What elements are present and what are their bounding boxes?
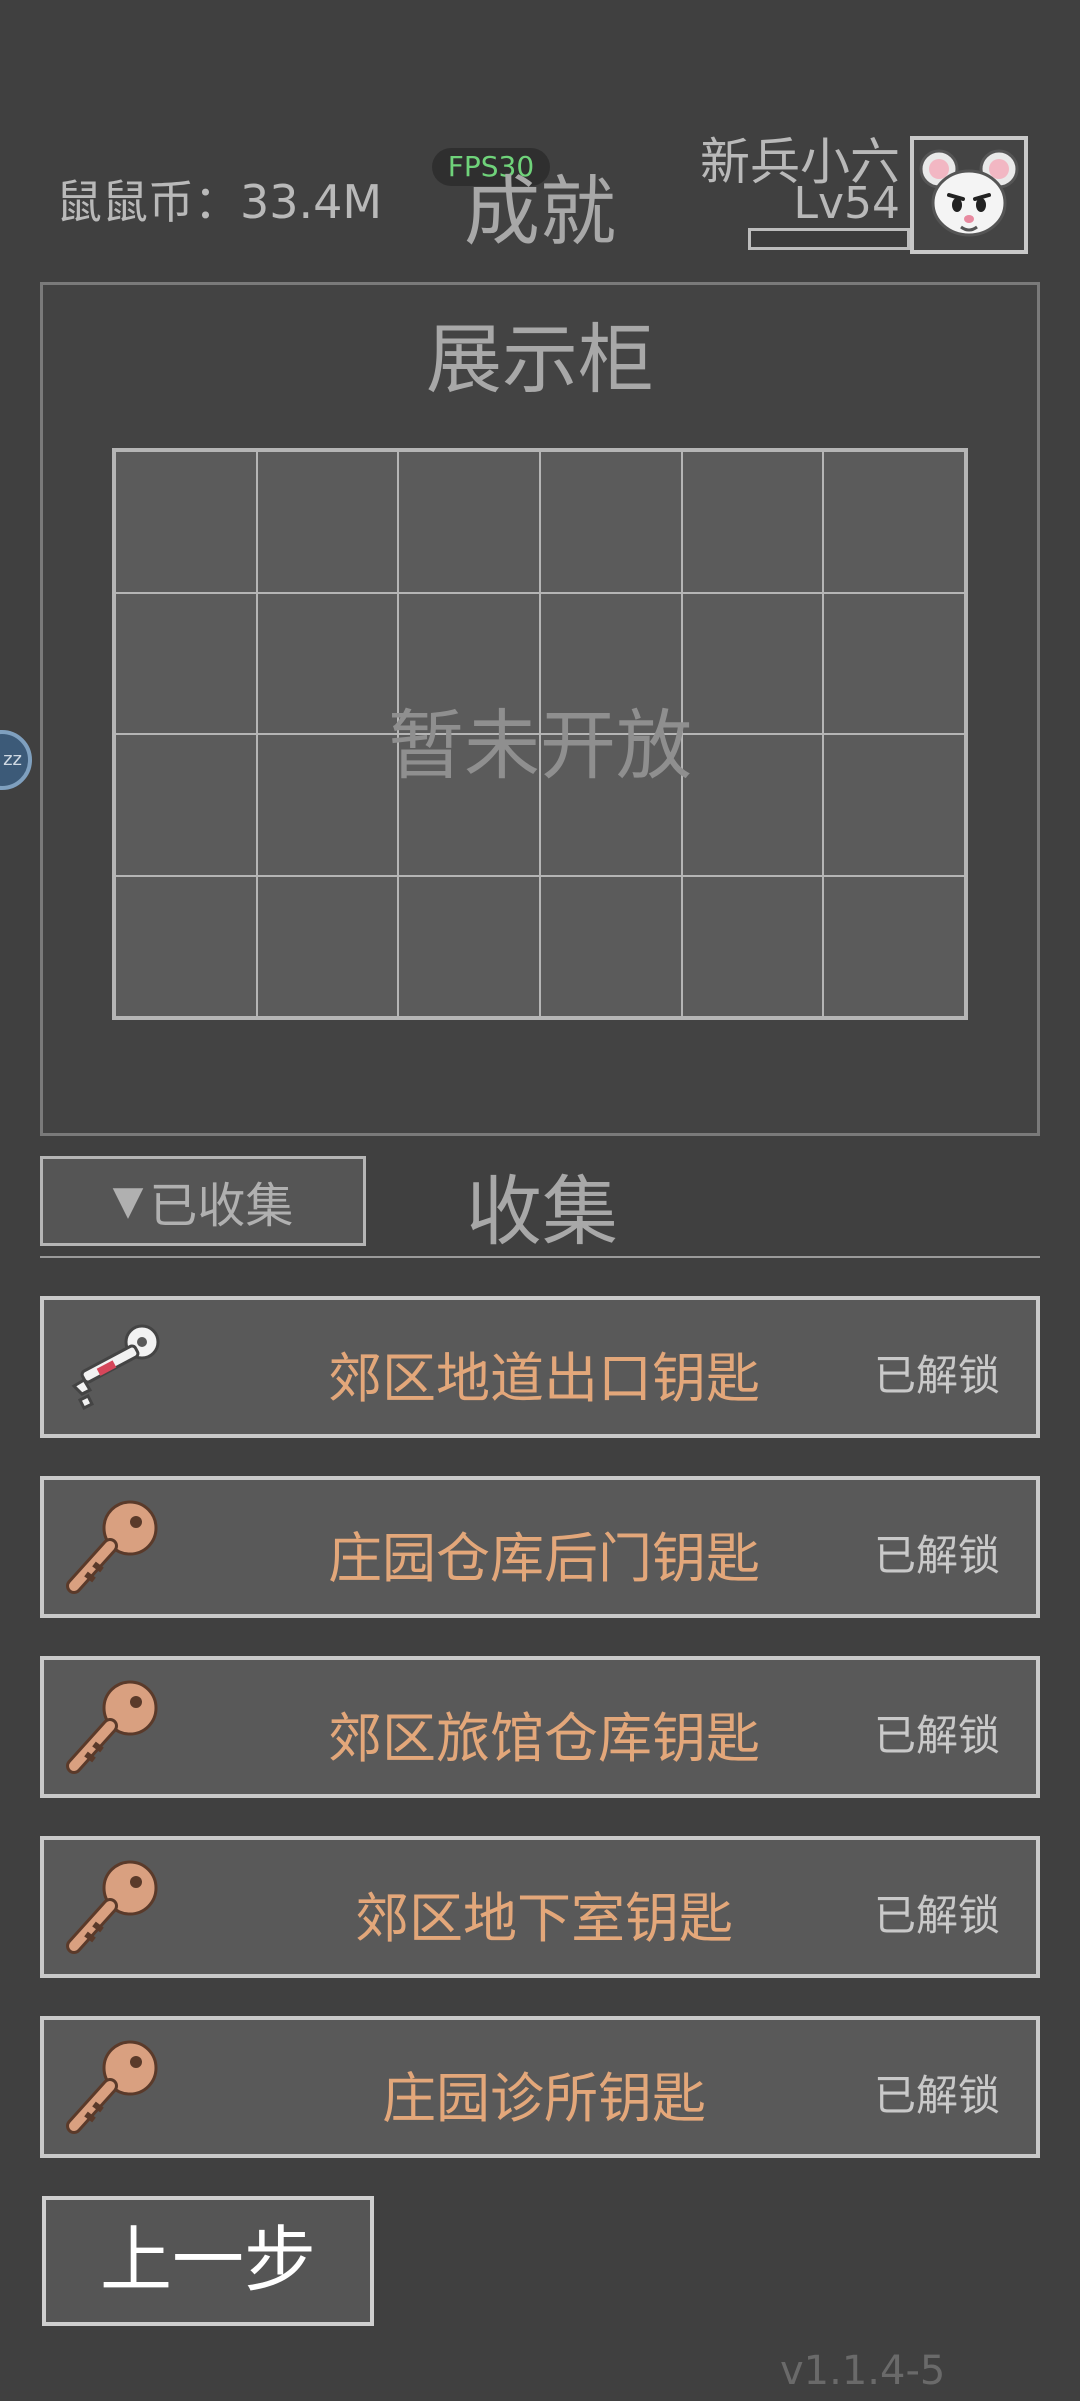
coin-balance: 鼠鼠币：33.4M (56, 175, 383, 229)
collection-title: 收集 (466, 1167, 618, 1256)
showcase-slot (256, 451, 399, 593)
xp-progress-bar (748, 228, 910, 250)
player-level: Lv54 (793, 178, 900, 229)
showcase-slot (823, 451, 965, 593)
unlock-status: 已解锁 (873, 2071, 1000, 2120)
unlock-status: 已解锁 (873, 1711, 1000, 1760)
showcase-slot (256, 875, 399, 1017)
showcase-slot (115, 451, 257, 593)
showcase-slot (398, 451, 540, 593)
section-divider (40, 1256, 1040, 1258)
showcase-slot (398, 875, 540, 1017)
not-open-label: 暂未开放 (388, 701, 692, 790)
unlock-status: 已解锁 (873, 1351, 1000, 1400)
showcase-slot (115, 875, 257, 1017)
showcase-slot (540, 875, 682, 1017)
page-title: 成就 (464, 167, 616, 256)
collection-item[interactable]: 庄园诊所钥匙 已解锁 (40, 2016, 1040, 2158)
triangle-down-icon: ▼ (112, 1178, 144, 1224)
unlock-status: 已解锁 (873, 1891, 1000, 1940)
showcase-title: 展示柜 (426, 315, 654, 404)
showcase-slot (681, 451, 824, 593)
collection-item[interactable]: 郊区地道出口钥匙 已解锁 (40, 1296, 1040, 1438)
showcase-slot (823, 875, 965, 1017)
collection-item[interactable]: 庄园仓库后门钥匙 已解锁 (40, 1476, 1040, 1618)
mouse-avatar-icon (919, 149, 1019, 237)
player-avatar[interactable] (910, 136, 1028, 254)
filter-label: 已收集 (149, 1178, 294, 1234)
unlock-status: 已解锁 (873, 1531, 1000, 1580)
back-button[interactable]: 上一步 (42, 2196, 374, 2326)
collection-item[interactable]: 郊区旅馆仓库钥匙 已解锁 (40, 1656, 1040, 1798)
showcase-slot (540, 451, 682, 593)
collection-item[interactable]: 郊区地下室钥匙 已解锁 (40, 1836, 1040, 1978)
collected-filter-dropdown[interactable]: ▼ 已收集 (40, 1156, 366, 1246)
showcase-slot (681, 875, 824, 1017)
version-label: v1.1.4-5 (780, 2348, 946, 2394)
collection-list: 郊区地道出口钥匙 已解锁 庄园仓库后门钥匙 已解锁 郊区旅馆仓库钥匙 已解锁 郊… (40, 1296, 1040, 2196)
